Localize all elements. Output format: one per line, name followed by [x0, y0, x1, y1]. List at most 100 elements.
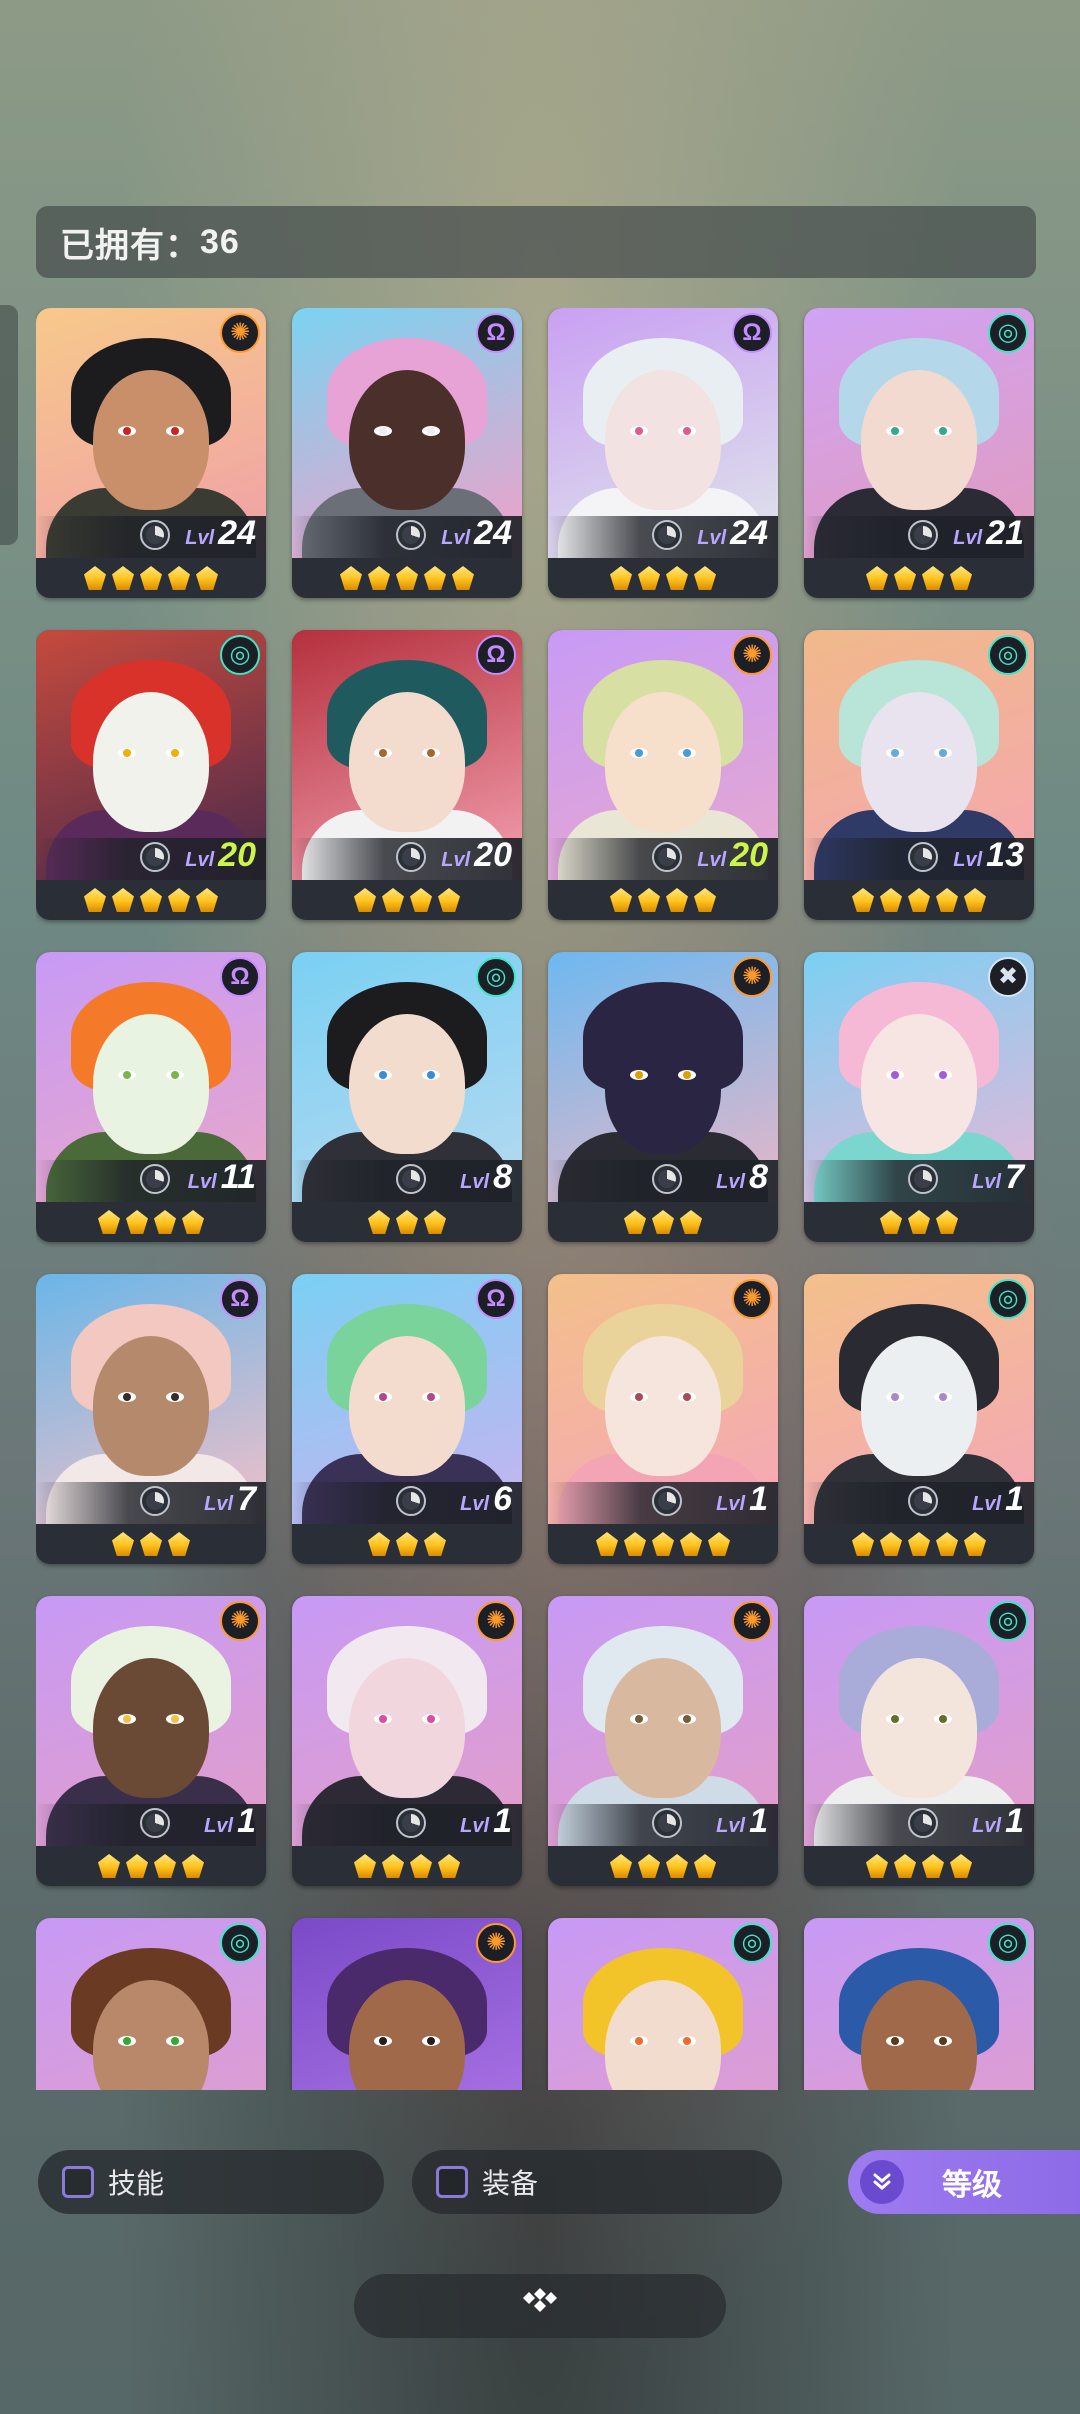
gold-gem-icon: [680, 1210, 702, 1234]
star-rating: [292, 1846, 522, 1886]
star-rating: [292, 880, 522, 920]
side-drawer-handle[interactable]: [0, 305, 18, 545]
hero-card[interactable]: ✺ Lvl 8: [548, 952, 778, 1242]
swirl-faction-icon: ◎: [988, 1279, 1028, 1319]
hero-level: Lvl 20: [185, 836, 256, 875]
star-rating: [36, 1202, 266, 1242]
rank-progress-icon: [908, 1164, 938, 1194]
gold-gem-icon: [694, 1854, 716, 1878]
hero-card[interactable]: ◎ Lvl 21: [804, 308, 1034, 598]
equip-filter-toggle[interactable]: 装备: [412, 2150, 782, 2214]
rank-progress-icon: [908, 1486, 938, 1516]
level-label: Lvl: [716, 1815, 746, 1837]
sort-by-level-button[interactable]: 等级: [848, 2150, 1080, 2214]
hero-level: Lvl 11: [188, 1158, 256, 1197]
hero-card[interactable]: ◎ Lvl 8: [292, 952, 522, 1242]
hero-card[interactable]: ✺ Lvl 1: [548, 1274, 778, 1564]
star-rating: [548, 880, 778, 920]
bottom-action-button[interactable]: [354, 2274, 726, 2338]
gold-gem-icon: [410, 1854, 432, 1878]
star-rating: [292, 1524, 522, 1564]
omega-faction-icon: Ω: [476, 635, 516, 675]
hero-card[interactable]: ◎ Lvl 13: [804, 630, 1034, 920]
hero-card[interactable]: Ω Lvl 24: [548, 308, 778, 598]
gold-gem-icon: [126, 1210, 148, 1234]
hero-card[interactable]: Ω Lvl 11: [36, 952, 266, 1242]
hero-card[interactable]: ◎ Lvl 1: [804, 1596, 1034, 1886]
gold-gem-icon: [182, 1854, 204, 1878]
hero-card[interactable]: Ω Lvl 20: [292, 630, 522, 920]
hero-level: Lvl 20: [441, 836, 512, 875]
gold-gem-icon: [652, 1210, 674, 1234]
omega-faction-icon: Ω: [476, 313, 516, 353]
gold-gem-icon: [908, 1532, 930, 1556]
level-value: 1: [1005, 1480, 1024, 1518]
hero-card[interactable]: ◎: [548, 1918, 778, 2090]
hero-card[interactable]: Ω Lvl 24: [292, 308, 522, 598]
filter-bar: 技能 装备 等级: [0, 2150, 1080, 2214]
gold-gem-icon: [84, 566, 106, 590]
rank-progress-icon: [140, 520, 170, 550]
gold-gem-icon: [694, 566, 716, 590]
hero-card[interactable]: Ω Lvl 6: [292, 1274, 522, 1564]
level-label: Lvl: [460, 1171, 490, 1193]
gold-gem-icon: [610, 1854, 632, 1878]
level-value: 1: [237, 1802, 256, 1840]
star-rating: [548, 558, 778, 598]
hero-card[interactable]: Ω Lvl 7: [36, 1274, 266, 1564]
gold-gem-icon: [866, 1854, 888, 1878]
gold-gem-icon: [638, 566, 660, 590]
hero-card[interactable]: ✖ Lvl 7: [804, 952, 1034, 1242]
level-label: Lvl: [697, 849, 727, 871]
star-rating: [36, 880, 266, 920]
omega-faction-icon: Ω: [476, 1279, 516, 1319]
hero-level: Lvl 1: [204, 1802, 256, 1841]
sun-faction-icon: ✺: [732, 1601, 772, 1641]
hero-card[interactable]: ◎ Lvl 1: [804, 1274, 1034, 1564]
hero-card[interactable]: ✺ Lvl 1: [292, 1596, 522, 1886]
hero-level: Lvl 24: [185, 514, 256, 553]
gold-gem-icon: [438, 888, 460, 912]
level-value: 1: [749, 1802, 768, 1840]
gold-gem-icon: [424, 1532, 446, 1556]
level-value: 1: [1005, 1802, 1024, 1840]
hero-card[interactable]: ◎ Lvl 20: [36, 630, 266, 920]
hero-card[interactable]: ✺: [292, 1918, 522, 2090]
gold-gem-icon: [624, 1210, 646, 1234]
level-label: Lvl: [972, 1493, 1002, 1515]
gold-gem-icon: [666, 566, 688, 590]
gold-gem-icon: [880, 1532, 902, 1556]
hero-card[interactable]: ✺ Lvl 1: [548, 1596, 778, 1886]
level-label: Lvl: [187, 1171, 217, 1193]
gold-gem-icon: [852, 888, 874, 912]
hero-card[interactable]: ✺ Lvl 24: [36, 308, 266, 598]
hero-card[interactable]: ◎: [804, 1918, 1034, 2090]
gold-gem-icon: [894, 566, 916, 590]
rank-progress-icon: [652, 842, 682, 872]
rank-progress-icon: [396, 842, 426, 872]
gold-gem-icon: [98, 1854, 120, 1878]
swirl-faction-icon: ◎: [988, 1601, 1028, 1641]
gold-gem-icon: [396, 1532, 418, 1556]
rank-progress-icon: [140, 1808, 170, 1838]
gold-gem-icon: [438, 1854, 460, 1878]
gold-gem-icon: [852, 1532, 874, 1556]
gold-gem-icon: [140, 888, 162, 912]
hero-card[interactable]: ✺ Lvl 20: [548, 630, 778, 920]
gold-gem-icon: [396, 566, 418, 590]
gold-gem-icon: [866, 566, 888, 590]
equip-filter-label: 装备: [482, 2168, 539, 2199]
hero-card[interactable]: ✺ Lvl 1: [36, 1596, 266, 1886]
cross-faction-icon: ✖: [988, 957, 1028, 997]
skill-filter-toggle[interactable]: 技能: [38, 2150, 384, 2214]
gold-gem-icon: [680, 1532, 702, 1556]
level-label: Lvl: [185, 849, 215, 871]
skill-checkbox[interactable]: [62, 2166, 94, 2198]
level-value: 20: [730, 836, 768, 874]
gold-gem-icon: [140, 1532, 162, 1556]
level-value: 7: [237, 1480, 256, 1518]
level-label: Lvl: [441, 849, 471, 871]
hero-level: Lvl 1: [972, 1480, 1024, 1519]
equip-checkbox[interactable]: [436, 2166, 468, 2198]
hero-card[interactable]: ◎: [36, 1918, 266, 2090]
